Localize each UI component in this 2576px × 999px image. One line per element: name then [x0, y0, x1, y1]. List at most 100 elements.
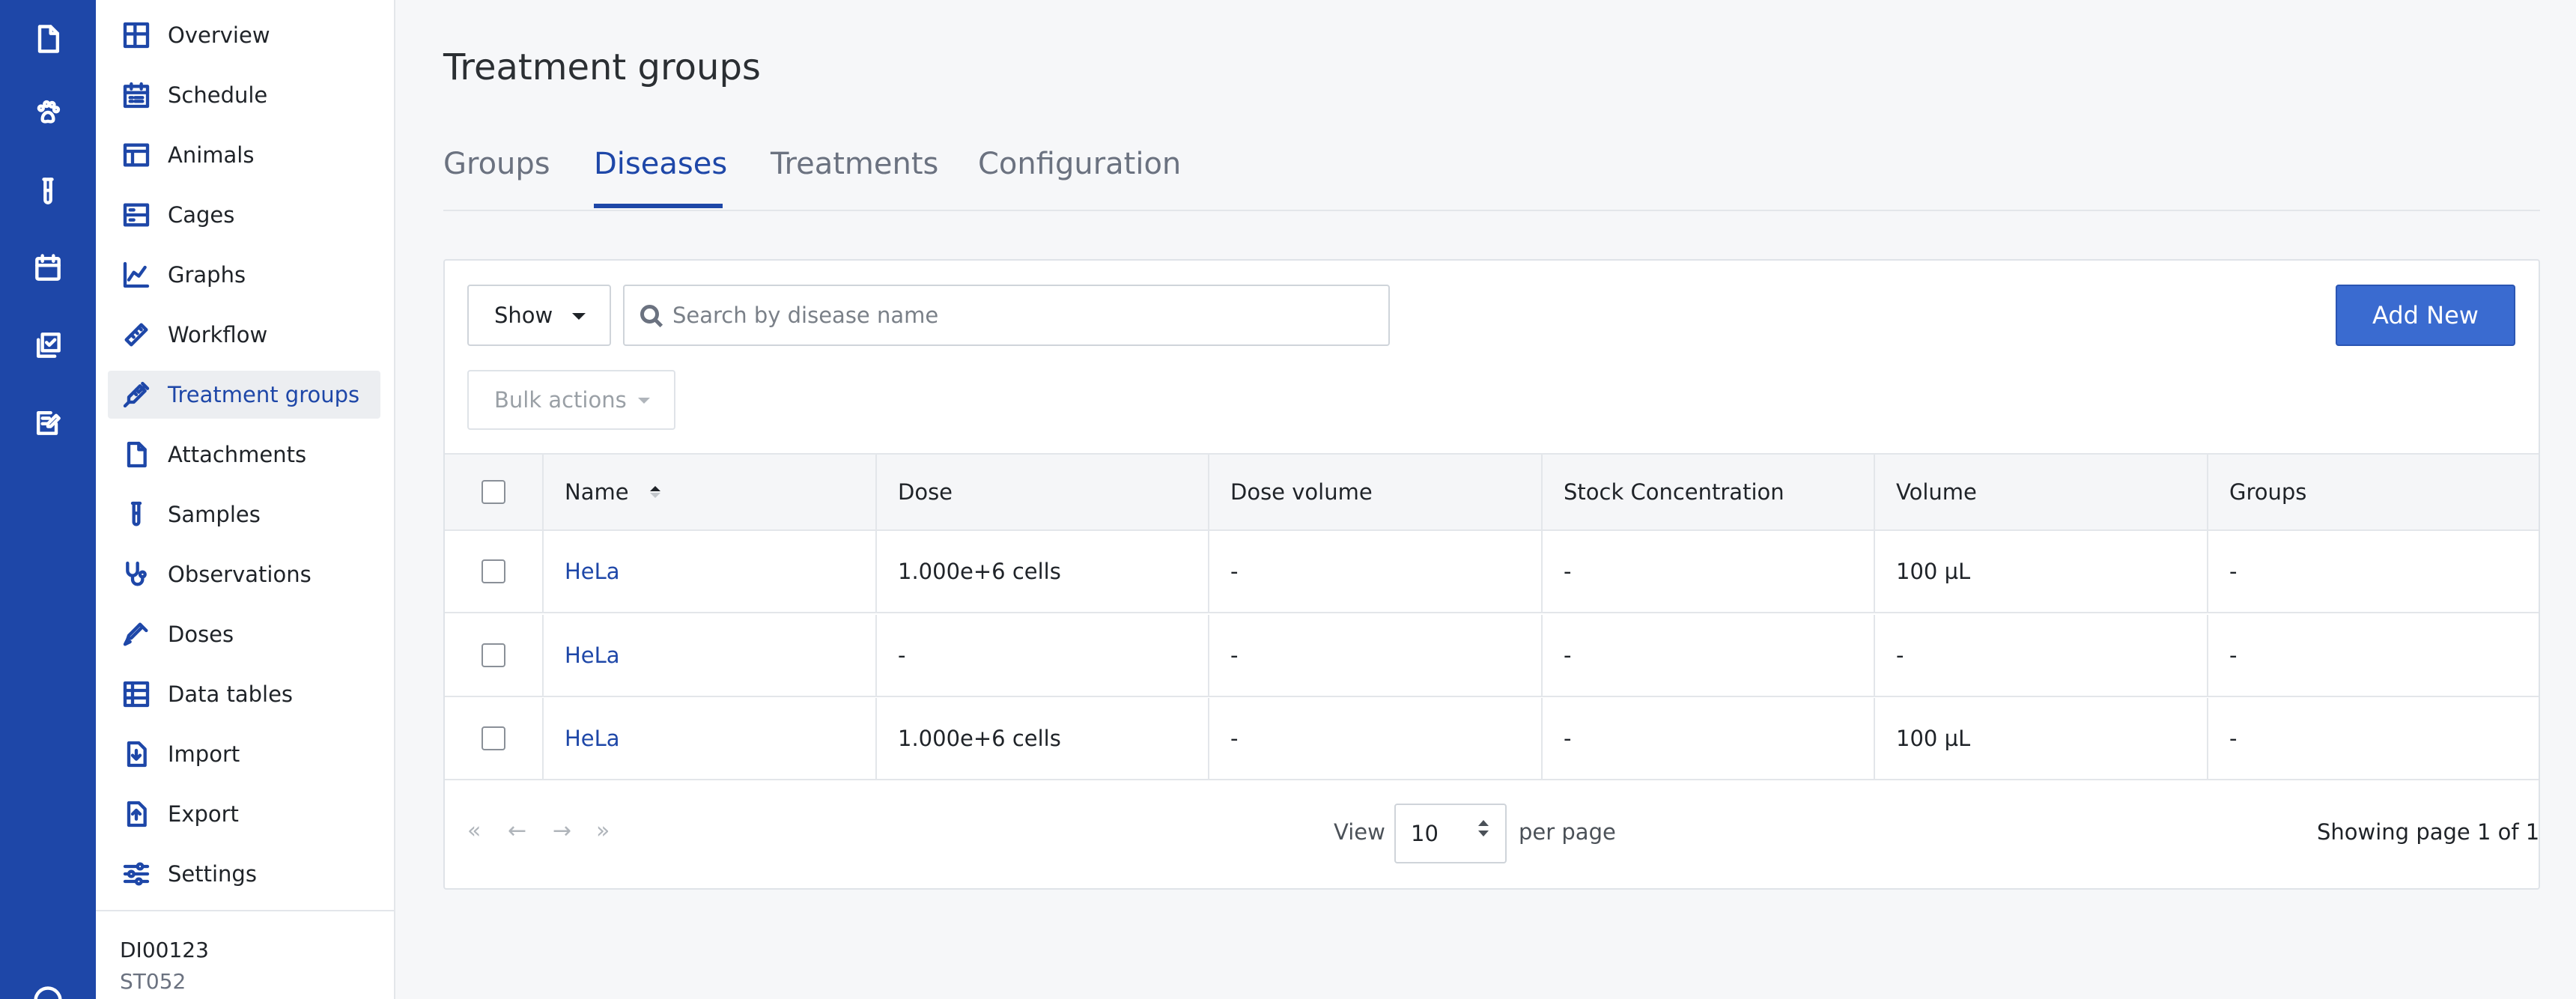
tabs-divider: [443, 210, 2540, 211]
per-page-stepper[interactable]: 10: [1394, 804, 1507, 863]
calendar-icon[interactable]: [27, 247, 69, 289]
add-new-button[interactable]: Add New: [2336, 285, 2515, 346]
column-header-name[interactable]: Name: [542, 455, 875, 529]
first-page-button[interactable]: «: [467, 818, 481, 844]
column-header-dose[interactable]: Dose: [875, 455, 1208, 529]
sidebar-item-settings[interactable]: Settings: [108, 850, 380, 898]
sidebar-item-label: Overview: [168, 22, 270, 48]
search-input[interactable]: [672, 288, 1376, 343]
sidebar-item-animals[interactable]: Animals: [108, 131, 380, 179]
table-row: HeLa 1.000e+6 cells - - 100 µL -: [445, 531, 2539, 613]
sidebar-item-samples[interactable]: Samples: [108, 491, 380, 538]
help-icon[interactable]: [27, 980, 69, 999]
stethoscope-icon: [120, 558, 153, 591]
chevron-down-icon: [638, 398, 650, 404]
cell-stock-concentration: -: [1541, 615, 1874, 696]
disease-name-link[interactable]: HeLa: [565, 726, 620, 751]
sidebar-item-label: Export: [168, 801, 239, 827]
select-all-cell: [445, 455, 542, 529]
workflow-icon: [120, 318, 153, 351]
document-icon[interactable]: [27, 18, 69, 60]
overview-icon: [120, 19, 153, 52]
tab-configuration[interactable]: Configuration: [978, 147, 1181, 181]
test-tube-icon[interactable]: [27, 171, 69, 213]
tab-treatments[interactable]: Treatments: [771, 147, 938, 181]
search-box: [623, 285, 1390, 346]
paw-icon[interactable]: [27, 91, 69, 133]
sidebar-item-label: Doses: [168, 622, 234, 647]
previous-page-button[interactable]: ←: [508, 818, 526, 844]
sidebar-item-label: Treatment groups: [168, 382, 360, 407]
page-info: Showing page 1 of 1: [2317, 819, 2540, 845]
column-label: Name: [565, 479, 629, 505]
test-tube-icon: [120, 498, 153, 531]
cell-volume: -: [1874, 615, 2207, 696]
sidebar-item-data-tables[interactable]: Data tables: [108, 670, 380, 718]
sidebar-item-attachments[interactable]: Attachments: [108, 431, 380, 479]
tab-diseases[interactable]: Diseases: [594, 147, 727, 181]
task-edit-icon[interactable]: [27, 401, 69, 443]
cell-groups: -: [2207, 698, 2539, 779]
row-checkbox[interactable]: [482, 559, 505, 583]
dropper-icon: [120, 618, 153, 651]
sidebar-item-import[interactable]: Import: [108, 730, 380, 778]
sidebar-item-observations[interactable]: Observations: [108, 550, 380, 598]
column-header-groups[interactable]: Groups: [2207, 455, 2539, 529]
row-select-cell: [445, 531, 542, 612]
disease-name-link[interactable]: HeLa: [565, 559, 620, 584]
syringe-icon: [120, 378, 153, 411]
graphs-icon: [120, 258, 153, 291]
sidebar-item-label: Schedule: [168, 82, 268, 108]
cell-dose: 1.000e+6 cells: [875, 531, 1208, 612]
chevron-down-icon: [572, 313, 586, 320]
per-page-label: per page: [1519, 819, 1616, 845]
cell-dose-volume: -: [1208, 615, 1541, 696]
tab-groups[interactable]: Groups: [443, 147, 550, 181]
table-row: HeLa 1.000e+6 cells - - 100 µL -: [445, 698, 2539, 780]
cell-groups: -: [2207, 531, 2539, 612]
disease-name-link[interactable]: HeLa: [565, 643, 620, 668]
column-header-stock-concentration[interactable]: Stock Concentration: [1541, 455, 1874, 529]
sidebar-item-graphs[interactable]: Graphs: [108, 251, 380, 299]
sidebar-divider: [96, 910, 394, 911]
sidebar-item-overview[interactable]: Overview: [108, 11, 380, 59]
cell-dose-volume: -: [1208, 698, 1541, 779]
cell-dose: 1.000e+6 cells: [875, 698, 1208, 779]
cell-name: HeLa: [542, 698, 875, 779]
row-checkbox[interactable]: [482, 726, 505, 750]
row-checkbox[interactable]: [482, 643, 505, 667]
sidebar-item-doses[interactable]: Doses: [108, 610, 380, 658]
schedule-icon: [120, 79, 153, 112]
next-page-button[interactable]: →: [553, 818, 571, 844]
sidebar-item-label: Observations: [168, 562, 312, 587]
sidebar-item-export[interactable]: Export: [108, 790, 380, 838]
cell-name: HeLa: [542, 531, 875, 612]
active-tab-indicator: [594, 204, 723, 208]
sidebar-item-treatment-groups[interactable]: Treatment groups: [108, 371, 380, 419]
sort-icon[interactable]: [649, 486, 660, 498]
show-dropdown[interactable]: Show: [467, 285, 611, 346]
animals-icon: [120, 139, 153, 171]
table-row: HeLa - - - - -: [445, 615, 2539, 697]
select-all-checkbox[interactable]: [482, 480, 505, 504]
stepper-arrows-icon[interactable]: [1478, 820, 1489, 836]
per-page-value: 10: [1411, 821, 1439, 846]
study-id: DI00123: [120, 938, 209, 962]
cell-stock-concentration: -: [1541, 698, 1874, 779]
sidebar-item-workflow[interactable]: Workflow: [108, 311, 380, 359]
cell-groups: -: [2207, 615, 2539, 696]
sidebar-item-cages[interactable]: Cages: [108, 191, 380, 239]
import-icon: [120, 738, 153, 771]
sidebar-item-label: Animals: [168, 142, 255, 168]
sidebar-item-label: Samples: [168, 502, 261, 527]
sidebar-item-schedule[interactable]: Schedule: [108, 71, 380, 119]
copy-check-icon[interactable]: [27, 324, 69, 366]
search-icon: [640, 305, 663, 328]
table-header: Name Dose Dose volume Stock Concentratio…: [445, 453, 2539, 531]
last-page-button[interactable]: »: [596, 818, 610, 844]
sidebar-item-label: Import: [168, 741, 240, 767]
column-header-dose-volume[interactable]: Dose volume: [1208, 455, 1541, 529]
column-header-volume[interactable]: Volume: [1874, 455, 2207, 529]
cell-volume: 100 µL: [1874, 531, 2207, 612]
bulk-actions-dropdown[interactable]: Bulk actions: [467, 370, 675, 430]
